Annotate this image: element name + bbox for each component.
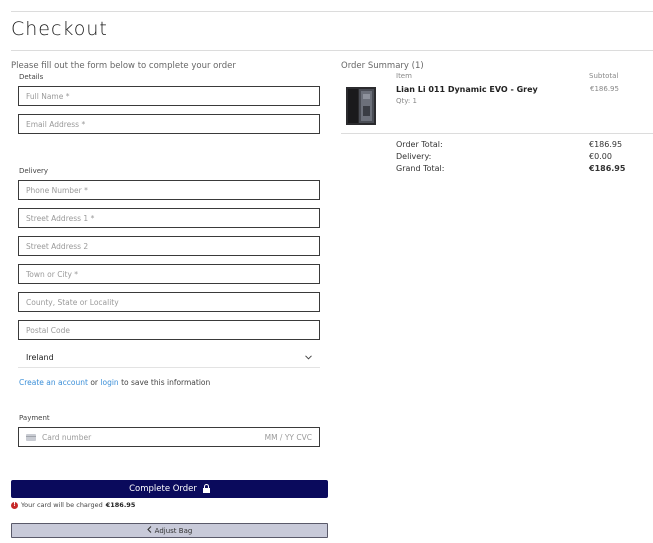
- subtotal-column-header: Subtotal: [589, 72, 619, 80]
- full-name-field[interactable]: Full Name *: [18, 86, 320, 106]
- street-address-1-field[interactable]: Street Address 1 *: [18, 208, 320, 228]
- header-divider: [11, 50, 653, 51]
- chevron-left-icon: [146, 526, 152, 535]
- email-field[interactable]: Email Address *: [18, 114, 320, 134]
- adjust-bag-button[interactable]: Adjust Bag: [11, 523, 328, 538]
- save-info-or: or: [90, 378, 98, 387]
- product-name: Lian Li 011 Dynamic EVO - Grey: [396, 85, 538, 94]
- charge-notice: ! Your card will be charged €186.95: [11, 501, 135, 509]
- card-icon: [26, 433, 36, 441]
- postal-code-placeholder: Postal Code: [26, 325, 70, 335]
- adjust-bag-label: Adjust Bag: [154, 526, 193, 535]
- phone-placeholder: Phone Number *: [26, 185, 88, 195]
- delivery-total-label: Delivery:: [396, 152, 432, 161]
- order-total-value: €186.95: [589, 140, 623, 149]
- top-divider: [11, 11, 653, 12]
- town-placeholder: Town or City *: [26, 269, 79, 279]
- product-subtotal: €186.95: [590, 85, 619, 93]
- card-number-input[interactable]: Card number MM / YY CVC: [18, 427, 320, 447]
- postal-code-field[interactable]: Postal Code: [18, 320, 320, 340]
- phone-field[interactable]: Phone Number *: [18, 180, 320, 200]
- country-select[interactable]: Ireland: [18, 348, 320, 368]
- street-address-2-field[interactable]: Street Address 2: [18, 236, 320, 256]
- card-number-placeholder: Card number: [42, 432, 92, 442]
- save-info-line: Create an account or login to save this …: [19, 378, 210, 387]
- summary-divider: [341, 133, 653, 134]
- product-image: [344, 86, 378, 126]
- country-value: Ireland: [26, 353, 54, 362]
- county-field[interactable]: County, State or Locality: [18, 292, 320, 312]
- warning-icon: !: [11, 501, 18, 509]
- login-link[interactable]: login: [100, 378, 118, 387]
- order-total-label: Order Total:: [396, 140, 443, 149]
- create-account-link[interactable]: Create an account: [19, 378, 88, 387]
- save-info-suffix: to save this information: [121, 378, 211, 387]
- charge-amount: €186.95: [105, 501, 136, 509]
- details-label: Details: [19, 73, 44, 81]
- delivery-label: Delivery: [19, 167, 49, 175]
- chevron-down-icon: [305, 353, 312, 362]
- street-address-2-placeholder: Street Address 2: [26, 241, 89, 251]
- town-field[interactable]: Town or City *: [18, 264, 320, 284]
- checkout-intro: Please fill out the form below to comple…: [11, 61, 236, 71]
- full-name-placeholder: Full Name *: [26, 91, 70, 101]
- page-title: Checkout: [11, 18, 108, 40]
- lock-icon: [202, 483, 210, 493]
- email-placeholder: Email Address *: [26, 119, 86, 129]
- county-placeholder: County, State or Locality: [26, 297, 119, 307]
- item-column-header: Item: [396, 72, 412, 80]
- product-qty: Qty: 1: [396, 97, 417, 105]
- complete-order-button[interactable]: Complete Order: [11, 480, 328, 498]
- complete-order-label: Complete Order: [129, 484, 197, 494]
- expiry-cvc-placeholder: MM / YY CVC: [264, 432, 312, 442]
- grand-total-label: Grand Total:: [396, 164, 445, 173]
- street-address-1-placeholder: Street Address 1 *: [26, 213, 95, 223]
- order-summary-title: Order Summary (1): [341, 61, 424, 71]
- charge-text: Your card will be charged: [21, 501, 103, 509]
- delivery-total-value: €0.00: [589, 152, 612, 161]
- payment-label: Payment: [19, 414, 50, 422]
- grand-total-value: €186.95: [589, 164, 626, 173]
